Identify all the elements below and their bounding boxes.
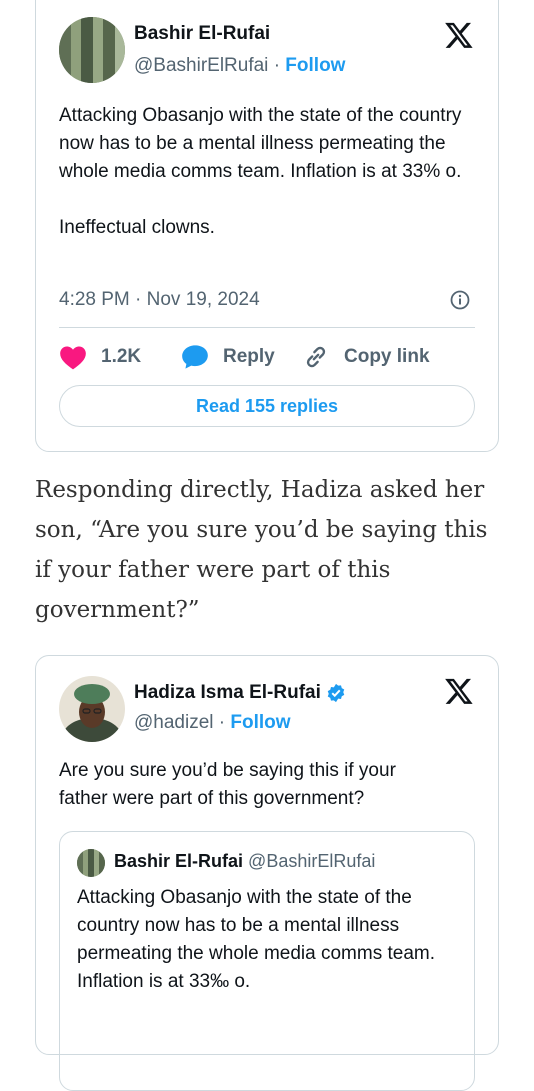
like-button[interactable]: 1.2K [59,344,141,370]
quoted-author-handle: @BashirElRufai [248,851,376,871]
divider [59,327,475,328]
quoted-text: Attacking Obasanjo with the state of the… [77,887,435,992]
follow-button[interactable]: Follow [230,712,290,733]
quoted-author-name: Bashir El-Rufai [114,851,244,871]
tweet-text: Attacking Obasanjo with the state of the… [59,105,462,238]
avatar[interactable] [59,17,125,83]
separator-dot: · [273,55,281,76]
info-icon[interactable] [450,290,470,310]
tweet-text: Are you sure you’d be saying this if you… [59,760,396,809]
heart-icon [60,346,86,370]
copy-link-button[interactable]: Copy link [302,344,430,370]
author-handle[interactable]: @BashirElRufai [134,55,268,76]
tweet-embed-hadiza[interactable]: Hadiza Isma El-Rufai @hadizel · Follow A… [35,655,499,1091]
like-count: 1.2K [101,346,142,367]
timestamp[interactable]: 4:28 PM · Nov 19, 2024 [59,289,260,311]
reply-label: Reply [223,346,275,367]
reply-button[interactable]: Reply [181,344,275,370]
author-name[interactable]: Bashir El-Rufai [134,23,270,45]
verified-badge-icon [327,683,345,703]
avatar[interactable] [59,676,125,742]
x-logo-icon[interactable] [444,676,474,706]
read-replies-button[interactable]: Read 155 replies [59,385,475,427]
author-name[interactable]: Hadiza Isma El-Rufai [134,682,321,704]
author-handle[interactable]: @hadizel [134,712,214,733]
author-handle-line: @hadizel · Follow [134,712,291,734]
separator-dot: · [218,712,226,733]
link-icon [306,346,326,368]
article-paragraph: Responding directly, Hadiza asked her so… [35,477,488,623]
quoted-author-line: Bashir El-Rufai @BashirElRufai [114,851,375,872]
tweet-embed-bashir[interactable]: Bashir El-Rufai @BashirElRufai · Follow … [35,0,499,452]
quoted-avatar [77,849,105,877]
follow-button[interactable]: Follow [285,55,345,76]
reply-bubble-icon [182,345,208,369]
author-handle-line: @BashirElRufai · Follow [134,55,345,77]
quoted-tweet[interactable]: Bashir El-Rufai @BashirElRufai Attacking… [59,831,475,1091]
author-name-row: Hadiza Isma El-Rufai [134,682,346,704]
x-logo-icon[interactable] [444,20,474,50]
copy-link-label: Copy link [344,346,430,367]
